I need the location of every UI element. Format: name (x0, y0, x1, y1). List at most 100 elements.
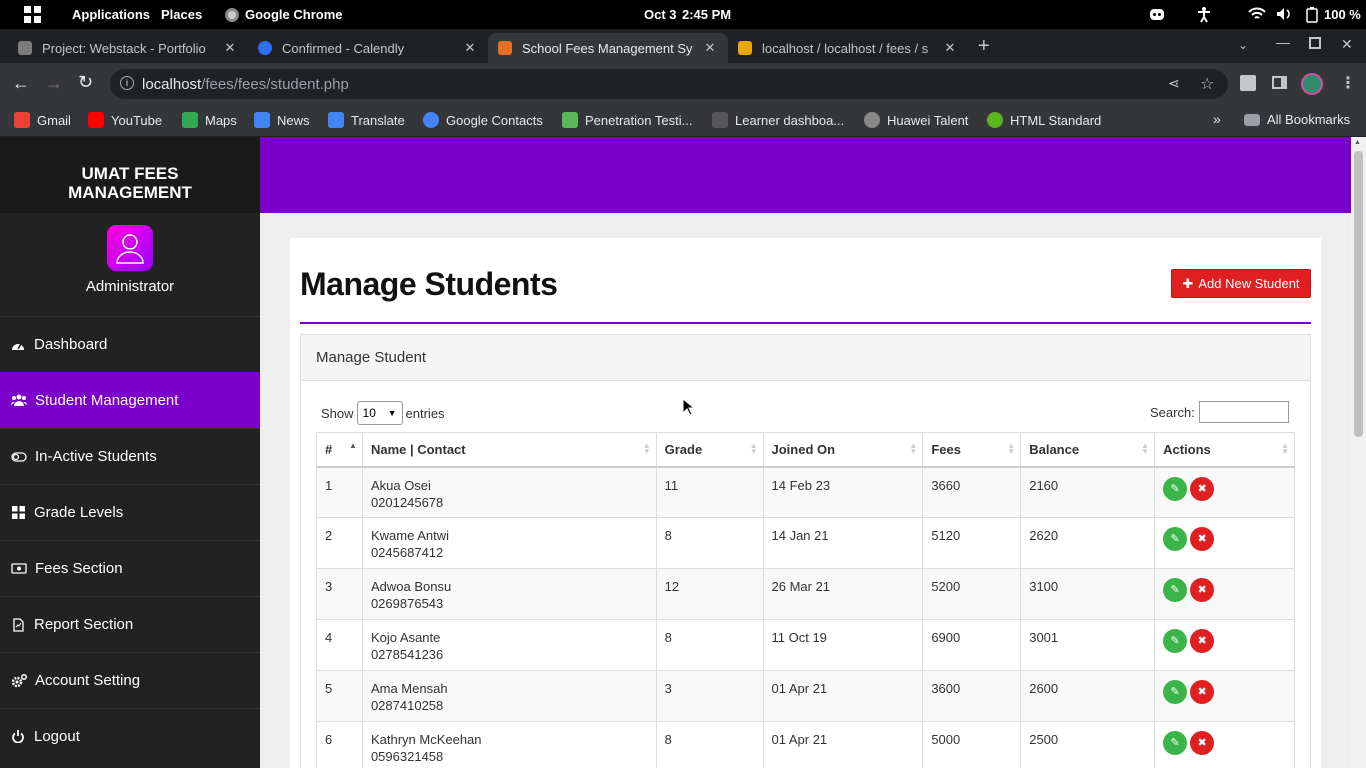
reload-icon[interactable]: ↻ (78, 72, 93, 93)
edit-icon[interactable]: ✎ (1163, 629, 1188, 653)
bookmark-learner-dashboard[interactable]: Learner dashboa... (712, 112, 844, 128)
title-divider (300, 322, 1311, 324)
sidebar-item-account-setting[interactable]: Account Setting (0, 652, 260, 708)
bookmark-news[interactable]: News (254, 112, 310, 128)
header-label: Actions (1163, 441, 1211, 457)
toggle-off-icon (11, 449, 27, 465)
tab-phpmyadmin[interactable]: localhost / localhost / fees / s ✕ (728, 33, 968, 63)
sidebar-item-fees-section[interactable]: Fees Section (0, 540, 260, 596)
cell-grade: 3 (655, 670, 764, 722)
bookmark-huawei-talent[interactable]: Huawei Talent (864, 112, 968, 128)
delete-icon[interactable]: ✖ (1190, 527, 1215, 551)
clock-date[interactable]: Oct 3 (644, 7, 677, 22)
table-row: 3 Adwoa Bonsu 0269876543 12 26 Mar 21 520… (316, 568, 1295, 620)
column-header-name-contact[interactable]: Name | Contact ▲ ▼ (361, 432, 657, 468)
restore-icon[interactable] (1309, 37, 1321, 49)
close-icon[interactable]: ✕ (942, 40, 958, 56)
tab-search-icon[interactable]: ⌄ (1238, 38, 1248, 52)
column-header-actions[interactable]: Actions ▲ ▼ (1154, 432, 1295, 468)
wifi-icon[interactable] (1248, 7, 1266, 24)
chrome-menu-icon[interactable]: ⋮ (1340, 73, 1356, 93)
profile-avatar[interactable] (1301, 73, 1323, 95)
sidebar-item-dashboard[interactable]: Dashboard (0, 316, 260, 372)
close-icon[interactable]: ✕ (462, 40, 478, 56)
close-icon[interactable]: ✕ (702, 40, 718, 56)
column-header-joined-on[interactable]: Joined On ▲ ▼ (762, 432, 924, 468)
sidebar-item-report-section[interactable]: Report Section (0, 596, 260, 652)
delete-icon[interactable]: ✖ (1190, 578, 1215, 602)
bookmark-maps[interactable]: Maps (182, 112, 237, 128)
extensions-icon[interactable] (1240, 75, 1256, 91)
minimize-icon[interactable]: — (1276, 34, 1290, 50)
bookmark-google-contacts[interactable]: Google Contacts (423, 112, 543, 128)
cogs-icon (11, 673, 27, 689)
active-app-menu[interactable]: Google Chrome (225, 7, 343, 22)
battery-percent[interactable]: 100 % (1324, 7, 1361, 22)
close-window-icon[interactable]: ✕ (1341, 36, 1353, 53)
tab-webstack[interactable]: Project: Webstack - Portfolio ✕ (8, 33, 248, 63)
cell-actions: ✎ ✖ (1154, 619, 1295, 671)
scroll-up-icon[interactable]: ▲ (1354, 139, 1361, 146)
column-header-balance[interactable]: Balance ▲ ▼ (1020, 432, 1156, 468)
sidebar-item-grade-levels[interactable]: Grade Levels (0, 484, 260, 540)
clock-time[interactable]: 2:45 PM (682, 7, 731, 22)
bookmark-gmail[interactable]: Gmail (14, 112, 71, 128)
sidebar-item-logout[interactable]: Logout (0, 708, 260, 764)
cell-joined-on: 01 Apr 21 (762, 721, 924, 768)
edit-icon[interactable]: ✎ (1163, 527, 1188, 551)
active-app-label: Google Chrome (245, 7, 343, 22)
delete-icon[interactable]: ✖ (1190, 476, 1215, 501)
bookmark-star-icon[interactable]: ☆ (1200, 74, 1214, 94)
address-bar[interactable]: i localhost/fees/fees/student.php ⋖ ☆ (110, 69, 1228, 99)
globe-icon (864, 112, 880, 128)
discord-icon[interactable] (1149, 8, 1165, 24)
add-new-student-button[interactable]: ✚ Add New Student (1171, 269, 1311, 298)
column-header-grade[interactable]: Grade ▲ ▼ (655, 432, 764, 468)
sidebar-item-inactive-students[interactable]: In-Active Students (0, 428, 260, 484)
delete-icon[interactable]: ✖ (1190, 629, 1215, 653)
battery-icon[interactable] (1306, 7, 1318, 26)
edit-icon[interactable]: ✎ (1163, 476, 1188, 501)
edit-icon[interactable]: ✎ (1163, 578, 1188, 602)
volume-icon[interactable] (1276, 7, 1292, 24)
more-bookmarks-icon[interactable]: » (1213, 111, 1221, 127)
page-scrollbar[interactable]: ▲ (1351, 137, 1366, 768)
forward-icon[interactable]: → (45, 73, 63, 94)
delete-icon[interactable]: ✖ (1190, 731, 1215, 755)
accessibility-icon[interactable] (1196, 6, 1212, 26)
bookmark-youtube[interactable]: YouTube (88, 112, 162, 128)
places-menu[interactable]: Places (161, 7, 202, 22)
new-tab-button[interactable]: + (978, 35, 990, 58)
edit-icon[interactable]: ✎ (1163, 731, 1188, 755)
share-icon[interactable]: ⋖ (1168, 75, 1180, 92)
bookmark-label: Gmail (37, 112, 71, 128)
alx-icon (712, 112, 728, 128)
edit-icon[interactable]: ✎ (1163, 680, 1188, 704)
side-panel-icon[interactable] (1272, 76, 1287, 89)
bookmark-label: Maps (205, 112, 237, 128)
add-new-student-label: Add New Student (1198, 276, 1300, 291)
cell-balance: 3100 (1020, 568, 1156, 620)
bookmark-label: YouTube (111, 112, 163, 128)
scrollbar-thumb[interactable] (1354, 151, 1363, 437)
search-input[interactable] (1198, 401, 1289, 423)
column-header-number[interactable]: # ▲ (316, 432, 363, 468)
close-icon[interactable]: ✕ (222, 40, 238, 56)
column-header-fees[interactable]: Fees ▲ ▼ (922, 432, 1022, 468)
back-icon[interactable]: ← (12, 73, 30, 94)
info-icon[interactable]: i (120, 76, 134, 90)
sidebar-item-student-management[interactable]: Student Management (0, 372, 260, 428)
url-text[interactable]: localhost/fees/fees/student.php (142, 76, 349, 93)
bookmark-translate[interactable]: Translate (328, 112, 405, 128)
tab-title: Project: Webstack - Portfolio (42, 40, 206, 56)
tab-school-fees[interactable]: School Fees Management Sy ✕ (488, 33, 728, 63)
table-row: 1 Akua Osei 0201245678 11 14 Feb 23 3660 … (316, 466, 1295, 518)
bookmark-html-standard[interactable]: HTML Standard (987, 112, 1101, 128)
tab-calendly[interactable]: Confirmed - Calendly ✕ (248, 33, 488, 63)
all-bookmarks[interactable]: All Bookmarks (1244, 112, 1350, 127)
app-grid-icon[interactable] (24, 6, 41, 23)
bookmark-penetration-testing[interactable]: Penetration Testi... (562, 112, 692, 128)
applications-menu[interactable]: Applications (72, 7, 150, 22)
delete-icon[interactable]: ✖ (1190, 680, 1215, 704)
entries-select[interactable]: 10 ▼ (356, 401, 403, 425)
